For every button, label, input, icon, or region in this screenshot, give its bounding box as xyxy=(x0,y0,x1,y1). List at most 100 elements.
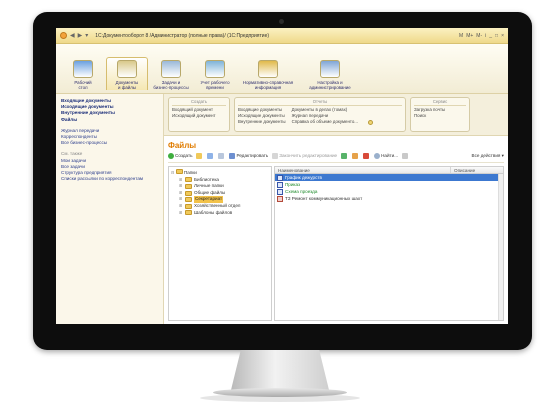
title-bar: ◀ ▶ ▾ 1С:Документооборот 8 /Администрато… xyxy=(56,28,508,44)
folder-icon xyxy=(185,203,192,209)
search-icon xyxy=(374,153,381,159)
window-title: 1С:Документооборот 8 /Администратор (пол… xyxy=(95,32,270,39)
column-name-header[interactable]: Наименование xyxy=(275,167,451,173)
section-icon xyxy=(117,60,137,78)
monitor-stand xyxy=(231,350,329,390)
create-panel: Создать Входящий документ Исходящий докум… xyxy=(168,97,230,132)
plus-icon xyxy=(168,153,174,159)
service-panel: Сервис Загрузка почты Поиск xyxy=(410,97,470,132)
column-description-header[interactable]: Описание xyxy=(451,167,503,173)
folder-tree: ⊟ Папки ⊞ Библиотека ⊞ Личные папки ⊞ Общие ф… xyxy=(168,166,272,321)
expand-icon[interactable]: ⊞ xyxy=(179,190,183,197)
actions-panel: Создать Входящий документ Исходящий докум… xyxy=(164,94,508,136)
file-icon xyxy=(277,174,283,181)
folder-label: Хозяйственный отдел xyxy=(194,202,241,208)
section-icon xyxy=(161,60,181,78)
section-tab[interactable]: Рабочий стол xyxy=(62,60,104,90)
window-control[interactable]: □ xyxy=(495,33,498,39)
section-tab[interactable]: Задачи и бизнес-процессы xyxy=(150,60,192,90)
create-button[interactable]: Создать xyxy=(168,153,192,159)
collapse-icon[interactable]: ⊟ xyxy=(171,170,174,175)
table-row[interactable]: График дежурств xyxy=(275,174,503,181)
nav-link[interactable]: Списки рассылки по корреспондентам xyxy=(61,176,158,182)
window-control[interactable]: i xyxy=(485,33,486,39)
create-panel-title: Создать xyxy=(172,99,226,106)
window-control[interactable]: M xyxy=(459,33,463,39)
window-control[interactable]: M- xyxy=(476,33,482,39)
camera-dot xyxy=(279,19,284,24)
folder-tree-item[interactable]: ⊞ Общие файлы xyxy=(171,190,269,197)
service-command[interactable]: Поиск xyxy=(414,113,466,119)
expand-icon[interactable]: ⊞ xyxy=(179,210,183,217)
section-panel: Рабочий стол Документы и файлы Задачи и би… xyxy=(56,44,508,94)
app-menu-icon[interactable] xyxy=(60,32,67,39)
folder-tree-item[interactable]: ⊞ Шаблоны файлов xyxy=(171,210,269,217)
section-label: Настройка и администрирование xyxy=(309,80,351,90)
folder-icon xyxy=(185,183,192,189)
window-controls: M M+ M-i _ □ × xyxy=(459,33,504,39)
reports-panel: Отчеты Входящие документы Исходящие докум… xyxy=(234,97,406,132)
expand-icon[interactable]: ⊞ xyxy=(179,196,183,203)
lock-icon xyxy=(272,153,279,159)
monitor-base xyxy=(213,388,347,397)
folder-icon xyxy=(185,197,192,203)
folder-tree-item[interactable]: ⊞ Хозяйственный отдел xyxy=(171,203,269,210)
delete-icon[interactable] xyxy=(363,153,370,159)
section-icon xyxy=(205,60,225,78)
file-name: График дежурств xyxy=(285,175,322,180)
expand-icon[interactable]: ⊞ xyxy=(179,183,183,190)
folder-icon xyxy=(185,190,192,196)
create-command[interactable]: Исходящий документ xyxy=(172,113,226,119)
file-name: Схема проезда xyxy=(285,189,318,194)
all-actions-button[interactable]: Все действия ▾ xyxy=(472,153,504,159)
folder-tree-item[interactable]: ⊞ Библиотека xyxy=(171,177,269,184)
navigation-panel: Входящие документы Исходящие документы Вну… xyxy=(56,94,164,324)
expand-icon[interactable]: ⊞ xyxy=(179,203,183,210)
service-panel-title: Сервис xyxy=(414,99,466,106)
app-window: ◀ ▶ ▾ 1С:Документооборот 8 /Администрато… xyxy=(56,28,508,324)
more-reports-icon[interactable] xyxy=(367,120,373,125)
section-tab[interactable]: Настройка и администрирование xyxy=(300,60,360,90)
refresh-icon[interactable] xyxy=(341,153,348,159)
report-command[interactable]: Внутренние документы xyxy=(238,119,286,125)
pencil-icon xyxy=(229,153,236,159)
reports-panel-title: Отчеты xyxy=(238,99,402,106)
section-tab[interactable]: Учет рабочего времени xyxy=(194,60,236,90)
report-command[interactable]: Справка об объеме документо... xyxy=(292,119,358,125)
section-icon xyxy=(320,60,340,78)
finish-edit-button[interactable]: Закончить редактирование xyxy=(272,153,337,159)
folder-icon[interactable] xyxy=(196,153,203,159)
folder-label: Шаблоны файлов xyxy=(194,209,233,215)
table-row[interactable]: Схема проезда xyxy=(275,188,503,195)
window-control[interactable]: _ xyxy=(489,33,492,39)
section-tab[interactable]: Документы и файлы xyxy=(106,57,148,90)
table-row[interactable]: Приказ xyxy=(275,181,503,188)
section-icon xyxy=(258,60,278,78)
dropdown-icon[interactable]: ▾ xyxy=(85,32,88,39)
section-tab[interactable]: Нормативно-справочная информация xyxy=(238,60,298,90)
list-scrollbar[interactable] xyxy=(498,174,503,320)
folder-label: Личные папки xyxy=(194,183,224,189)
back-arrow-icon[interactable]: ◀ xyxy=(70,32,75,39)
folder-icon xyxy=(185,210,192,216)
cancel-search-icon[interactable] xyxy=(402,153,409,159)
folder-tree-item[interactable]: ⊞ Личные папки xyxy=(171,183,269,190)
forward-arrow-icon[interactable]: ▶ xyxy=(78,32,83,39)
section-label: Нормативно-справочная информация xyxy=(242,80,294,90)
section-icon xyxy=(73,60,93,78)
expand-icon[interactable]: ⊞ xyxy=(179,177,183,184)
table-row[interactable]: ТЗ Ремонт коммуникационных шахт xyxy=(275,195,503,202)
list-header: Наименование Описание xyxy=(275,167,503,174)
copy-icon[interactable] xyxy=(207,153,214,159)
edit-button[interactable]: Редактировать xyxy=(229,153,268,159)
window-control[interactable]: M+ xyxy=(466,33,473,39)
open-icon[interactable] xyxy=(218,153,225,159)
folder-tree-item[interactable]: ⊞ Секретариат xyxy=(171,196,269,203)
folder-label: Общие файлы xyxy=(194,189,226,195)
window-control[interactable]: × xyxy=(501,33,504,39)
tree-root[interactable]: ⊟ Папки xyxy=(171,169,269,177)
section-label: Документы и файлы xyxy=(115,80,139,90)
mark-icon[interactable] xyxy=(352,153,359,159)
files-form: Файлы Создать Редактировать Закончить ре… xyxy=(164,136,508,324)
find-button[interactable]: Найти... xyxy=(374,153,398,159)
